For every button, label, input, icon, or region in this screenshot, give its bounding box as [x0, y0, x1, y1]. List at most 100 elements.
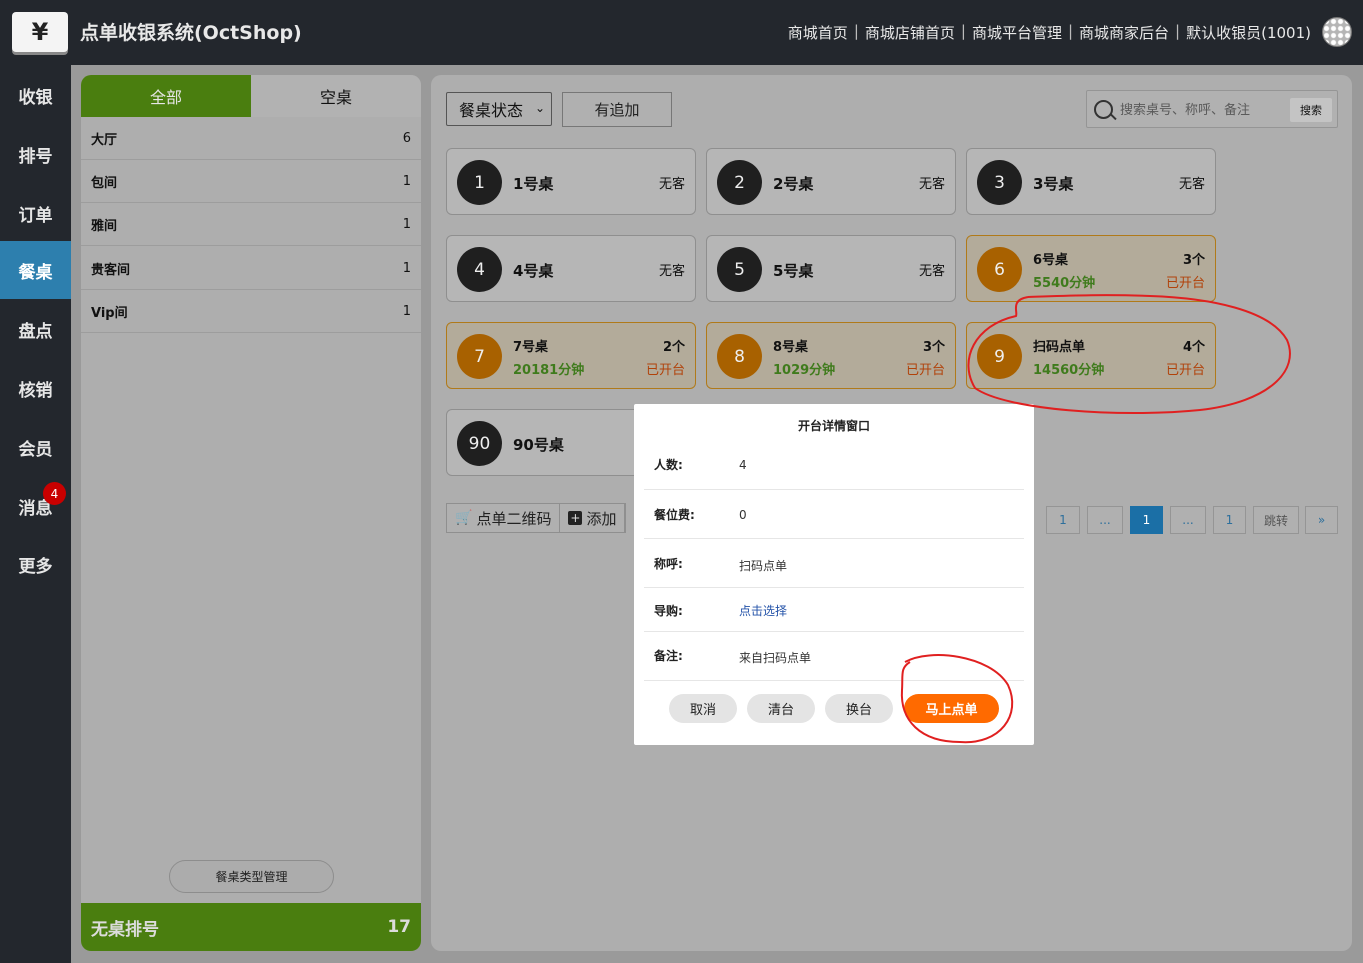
qr-code-button[interactable]: 🛒 点单二维码 [447, 504, 561, 532]
change-table-button[interactable]: 换台 [825, 694, 893, 723]
table-card-1[interactable]: 1 1号桌 无客 [446, 148, 696, 215]
category-item[interactable]: 雅间 1 [81, 203, 421, 246]
category-item[interactable]: 大厅 6 [81, 117, 421, 160]
table-number: 7 [457, 334, 502, 379]
table-number: 90 [457, 421, 502, 466]
category-count: 1 [402, 303, 411, 319]
table-guest-count: 4个 [1182, 340, 1205, 355]
table-type-manage-button[interactable]: 餐桌类型管理 [169, 860, 334, 893]
table-duration: 14560分钟 [1033, 363, 1105, 378]
category-item[interactable]: 包间 1 [81, 160, 421, 203]
table-status: 无客 [658, 177, 685, 192]
nav-merchant-admin[interactable]: 商城商家后台 [1079, 22, 1169, 43]
add-table-button[interactable]: + 添加 [560, 504, 626, 532]
table-status: 已开台 [1165, 363, 1205, 378]
sidebar-item-queue[interactable]: 排号 [0, 125, 71, 183]
order-now-button[interactable]: 马上点单 [904, 694, 999, 723]
qr-code-label: 点单二维码 [476, 509, 552, 528]
yen-logo-icon[interactable]: ¥ [12, 12, 68, 52]
table-card-3[interactable]: 3 3号桌 无客 [966, 148, 1216, 215]
plus-icon: + [568, 511, 583, 525]
table-card-5[interactable]: 5 5号桌 无客 [706, 235, 956, 302]
search-icon [1094, 100, 1113, 119]
table-card-4[interactable]: 4 4号桌 无客 [446, 235, 696, 302]
table-name: 8号桌 [773, 340, 809, 355]
page-next[interactable]: » [1305, 506, 1338, 534]
page-first[interactable]: 1 [1046, 506, 1080, 534]
table-name: 2号桌 [773, 175, 814, 193]
table-number: 5 [717, 247, 762, 292]
nav-separator: | [853, 22, 859, 40]
name-value[interactable]: 扫码点单 [739, 557, 787, 574]
note-value[interactable]: 来自扫码点单 [739, 649, 811, 666]
nav-separator: | [1067, 22, 1074, 40]
table-guest-count: 3个 [922, 340, 945, 355]
table-card-9[interactable]: 9 扫码点单 4个 14560分钟 已开台 [966, 322, 1216, 389]
sidebar-item-members[interactable]: 会员 [0, 418, 71, 476]
table-card-7[interactable]: 7 7号桌 2个 20181分钟 已开台 [446, 322, 696, 389]
table-name: 90号桌 [513, 436, 564, 454]
nav-cashier-user[interactable]: 默认收银员(1001) [1186, 22, 1311, 43]
nav-platform-admin[interactable]: 商城平台管理 [972, 22, 1062, 43]
sidebar-item-more[interactable]: 更多 [0, 535, 71, 593]
field-label: 人数: [654, 458, 683, 472]
page-jump-input[interactable]: 跳转 [1253, 506, 1299, 534]
table-card-6[interactable]: 6 6号桌 3个 5540分钟 已开台 [966, 235, 1216, 302]
category-item[interactable]: Vip间 1 [81, 290, 421, 333]
table-number: 9 [977, 334, 1022, 379]
category-count: 1 [402, 260, 411, 276]
search-input[interactable] [1120, 101, 1280, 119]
bottom-toolbar: 🛒 点单二维码 + 添加 [446, 503, 627, 533]
category-name: 包间 [91, 175, 118, 191]
table-status-select[interactable]: 餐桌状态 ⌄ [446, 92, 552, 126]
page-current[interactable]: 1 [1130, 506, 1163, 534]
table-number: 1 [457, 160, 502, 205]
nav-mall-home[interactable]: 商城首页 [788, 22, 848, 43]
seat-fee-value[interactable]: 0 [739, 508, 747, 522]
sidebar-item-inventory[interactable]: 盘点 [0, 300, 71, 358]
page-last[interactable]: 1 [1213, 506, 1246, 534]
sidebar-item-cashier[interactable]: 收银 [0, 66, 71, 124]
page-ellipsis: ... [1087, 506, 1123, 534]
field-label: 称呼: [654, 557, 683, 571]
nav-shop-home[interactable]: 商城店铺首页 [865, 22, 955, 43]
sidebar-item-tables[interactable]: 餐桌 [0, 241, 71, 299]
app-title: 点单收银系统(OctShop) [80, 22, 302, 44]
table-card-8[interactable]: 8 8号桌 3个 1029分钟 已开台 [706, 322, 956, 389]
sidebar-item-orders[interactable]: 订单 [0, 184, 71, 242]
table-name: 5号桌 [773, 262, 814, 280]
category-name: 大厅 [91, 132, 118, 148]
has-append-button[interactable]: 有追加 [562, 92, 672, 127]
message-badge: 4 [43, 482, 66, 505]
cancel-button[interactable]: 取消 [669, 694, 737, 723]
no-table-queue-bar[interactable]: 无桌排号 17 [81, 903, 421, 951]
top-nav: 商城首页 | 商城店铺首页 | 商城平台管理 | 商城商家后台 | 默认收银员(… [788, 22, 1311, 43]
table-number: 3 [977, 160, 1022, 205]
table-guest-count: 3个 [1182, 253, 1205, 268]
queue-label: 无桌排号 [91, 919, 159, 940]
table-status: 无客 [918, 177, 945, 192]
category-name: 雅间 [91, 218, 118, 234]
category-count: 1 [402, 173, 411, 189]
guests-value[interactable]: 4 [739, 458, 747, 472]
open-table-detail-modal: 开台详情窗口 人数: 4 餐位费: 0 称呼: 扫码点单 导购: 点击选择 备注… [634, 404, 1034, 745]
search-button[interactable]: 搜索 [1290, 98, 1332, 122]
sidebar-item-verify[interactable]: 核销 [0, 359, 71, 417]
table-duration: 1029分钟 [773, 363, 836, 378]
table-duration: 20181分钟 [513, 363, 585, 378]
clear-table-button[interactable]: 清台 [747, 694, 815, 723]
category-item[interactable]: 贵客间 1 [81, 247, 421, 290]
select-guide-link[interactable]: 点击选择 [739, 602, 787, 619]
table-card-2[interactable]: 2 2号桌 无客 [706, 148, 956, 215]
modal-field-guests: 人数: 4 [644, 440, 1024, 490]
tab-empty-tables[interactable]: 空桌 [251, 75, 421, 117]
category-count: 6 [402, 130, 411, 146]
table-duration: 5540分钟 [1033, 276, 1096, 291]
table-status: 无客 [918, 264, 945, 279]
tab-all[interactable]: 全部 [81, 75, 251, 117]
category-count: 1 [402, 216, 411, 232]
table-number: 4 [457, 247, 502, 292]
modal-title: 开台详情窗口 [797, 419, 870, 433]
avatar[interactable] [1322, 17, 1352, 47]
table-number: 2 [717, 160, 762, 205]
